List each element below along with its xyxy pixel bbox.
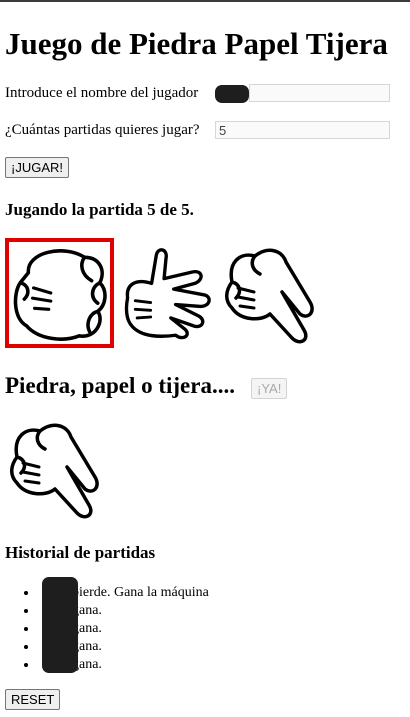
redacted-name-overlay — [215, 85, 249, 103]
paper-hand-icon[interactable] — [118, 245, 214, 341]
rock-hand-icon[interactable] — [8, 242, 110, 344]
history-item-text: pierde. Gana la máquina — [72, 585, 209, 600]
games-count-label: ¿Cuántas partidas quieres jugar? — [5, 122, 200, 138]
round-status: Jugando la partida 5 de 5. — [5, 200, 194, 219]
games-count-input[interactable] — [215, 121, 390, 139]
page-title: Juego de Piedra Papel Tijera — [5, 26, 388, 61]
scissors-hand-icon[interactable] — [220, 242, 320, 346]
machine-choice-scissors-icon — [10, 423, 99, 519]
redacted-player-names-overlay — [42, 577, 78, 673]
player-name-input[interactable] — [249, 84, 390, 102]
prompt-text: Piedra, papel o tijera.... — [5, 373, 235, 398]
player-name-label: Introduce el nombre del jugador — [5, 85, 199, 101]
ya-button[interactable]: ¡YA! — [251, 378, 288, 399]
play-button[interactable]: ¡JUGAR! — [5, 157, 69, 178]
history-title: Historial de partidas — [5, 543, 156, 562]
reset-button[interactable]: RESET — [5, 689, 61, 710]
